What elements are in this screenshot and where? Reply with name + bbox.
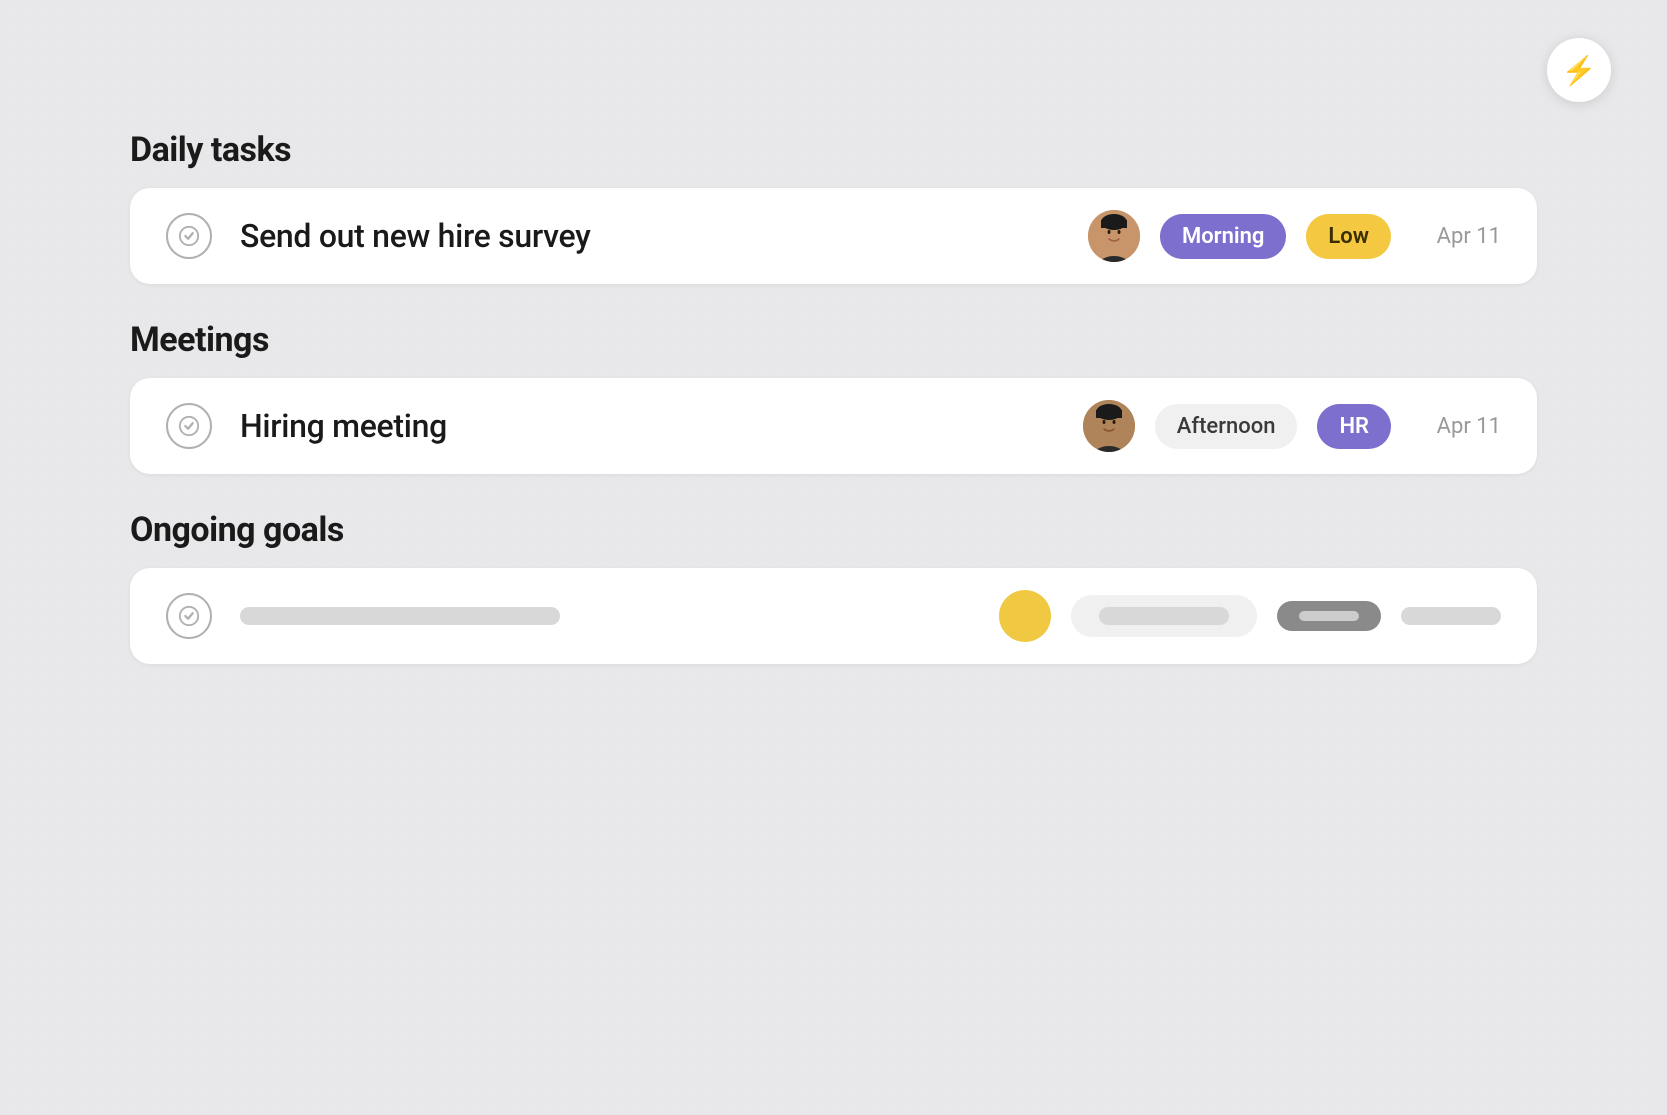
goal-title-placeholder (240, 607, 560, 625)
task-title: Send out new hire survey (240, 217, 1088, 255)
goal-meta (999, 590, 1501, 642)
task-card-send-survey[interactable]: Send out new hire survey (130, 188, 1537, 284)
time-badge: Afternoon (1155, 404, 1298, 449)
daily-tasks-title: Daily tasks (130, 130, 1537, 170)
goal-category-placeholder (1277, 601, 1381, 631)
ongoing-goals-section: Ongoing goals (130, 510, 1537, 664)
goal-check-icon[interactable] (166, 593, 212, 639)
meeting-title: Hiring meeting (240, 407, 1083, 445)
meeting-check-icon[interactable] (166, 403, 212, 449)
avatar (1088, 210, 1140, 262)
placeholder-inner (1299, 611, 1359, 621)
flash-button[interactable]: ⚡ (1547, 38, 1611, 102)
meeting-meta: Afternoon HR Apr 11 (1083, 400, 1501, 452)
ongoing-goals-title: Ongoing goals (130, 510, 1537, 550)
goal-time-placeholder (1071, 595, 1257, 637)
lightning-icon: ⚡ (1562, 54, 1597, 87)
main-content: Daily tasks Send out new hire survey (130, 130, 1537, 700)
avatar (1083, 400, 1135, 452)
task-check-icon[interactable] (166, 213, 212, 259)
avatar-placeholder (999, 590, 1051, 642)
task-meta: Morning Low Apr 11 (1088, 210, 1501, 262)
placeholder-inner (1099, 607, 1229, 625)
meetings-section: Meetings Hiring meeting (130, 320, 1537, 474)
time-badge: Morning (1160, 214, 1286, 259)
meetings-title: Meetings (130, 320, 1537, 360)
goal-date-placeholder (1401, 607, 1501, 625)
category-badge: HR (1317, 404, 1391, 449)
task-date: Apr 11 (1411, 224, 1501, 249)
meeting-date: Apr 11 (1411, 414, 1501, 439)
meeting-card-hiring[interactable]: Hiring meeting Afternoon (130, 378, 1537, 474)
priority-badge: Low (1306, 214, 1391, 259)
daily-tasks-section: Daily tasks Send out new hire survey (130, 130, 1537, 284)
goals-card[interactable] (130, 568, 1537, 664)
